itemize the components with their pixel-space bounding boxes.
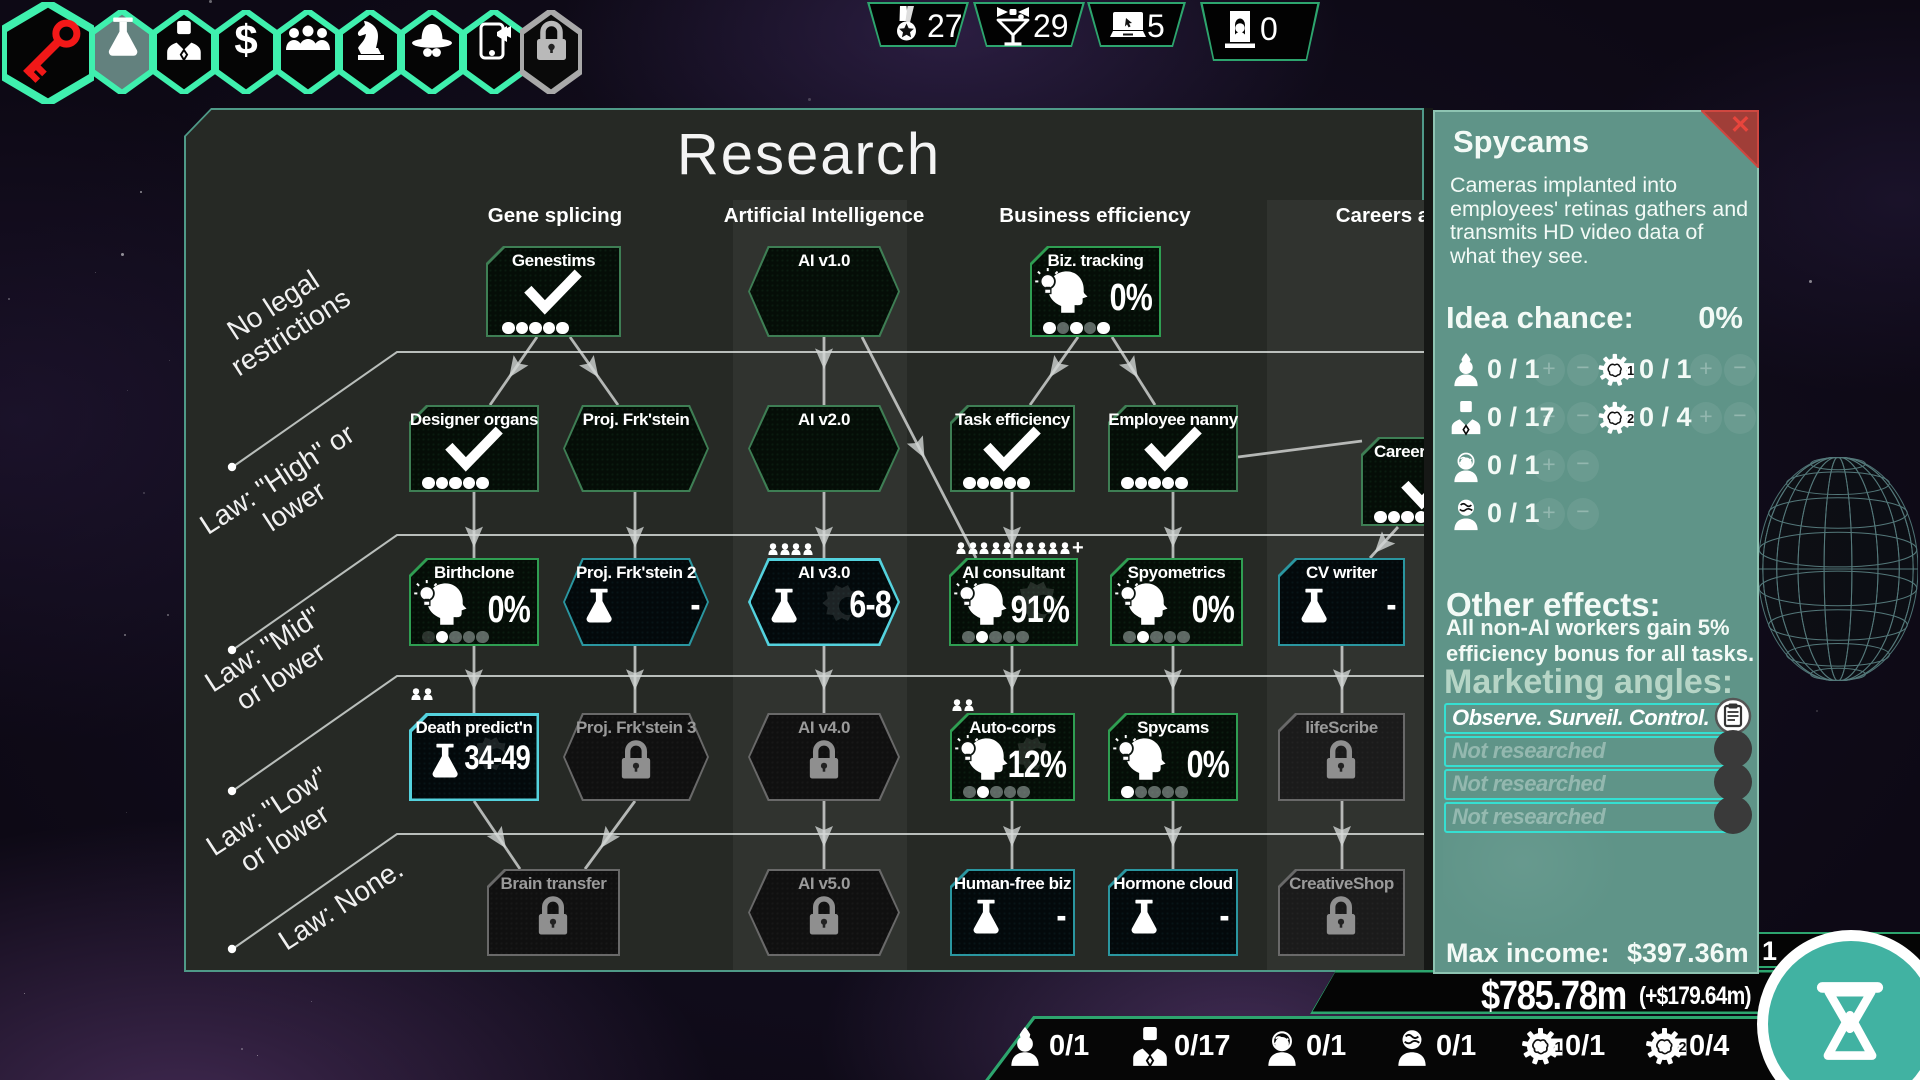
svg-text:1: 1 xyxy=(1555,1040,1563,1056)
svg-text:$: $ xyxy=(234,16,257,63)
svg-text:2: 2 xyxy=(1627,412,1634,426)
svg-text:1: 1 xyxy=(1627,364,1634,378)
svg-text:2: 2 xyxy=(1679,1040,1687,1056)
